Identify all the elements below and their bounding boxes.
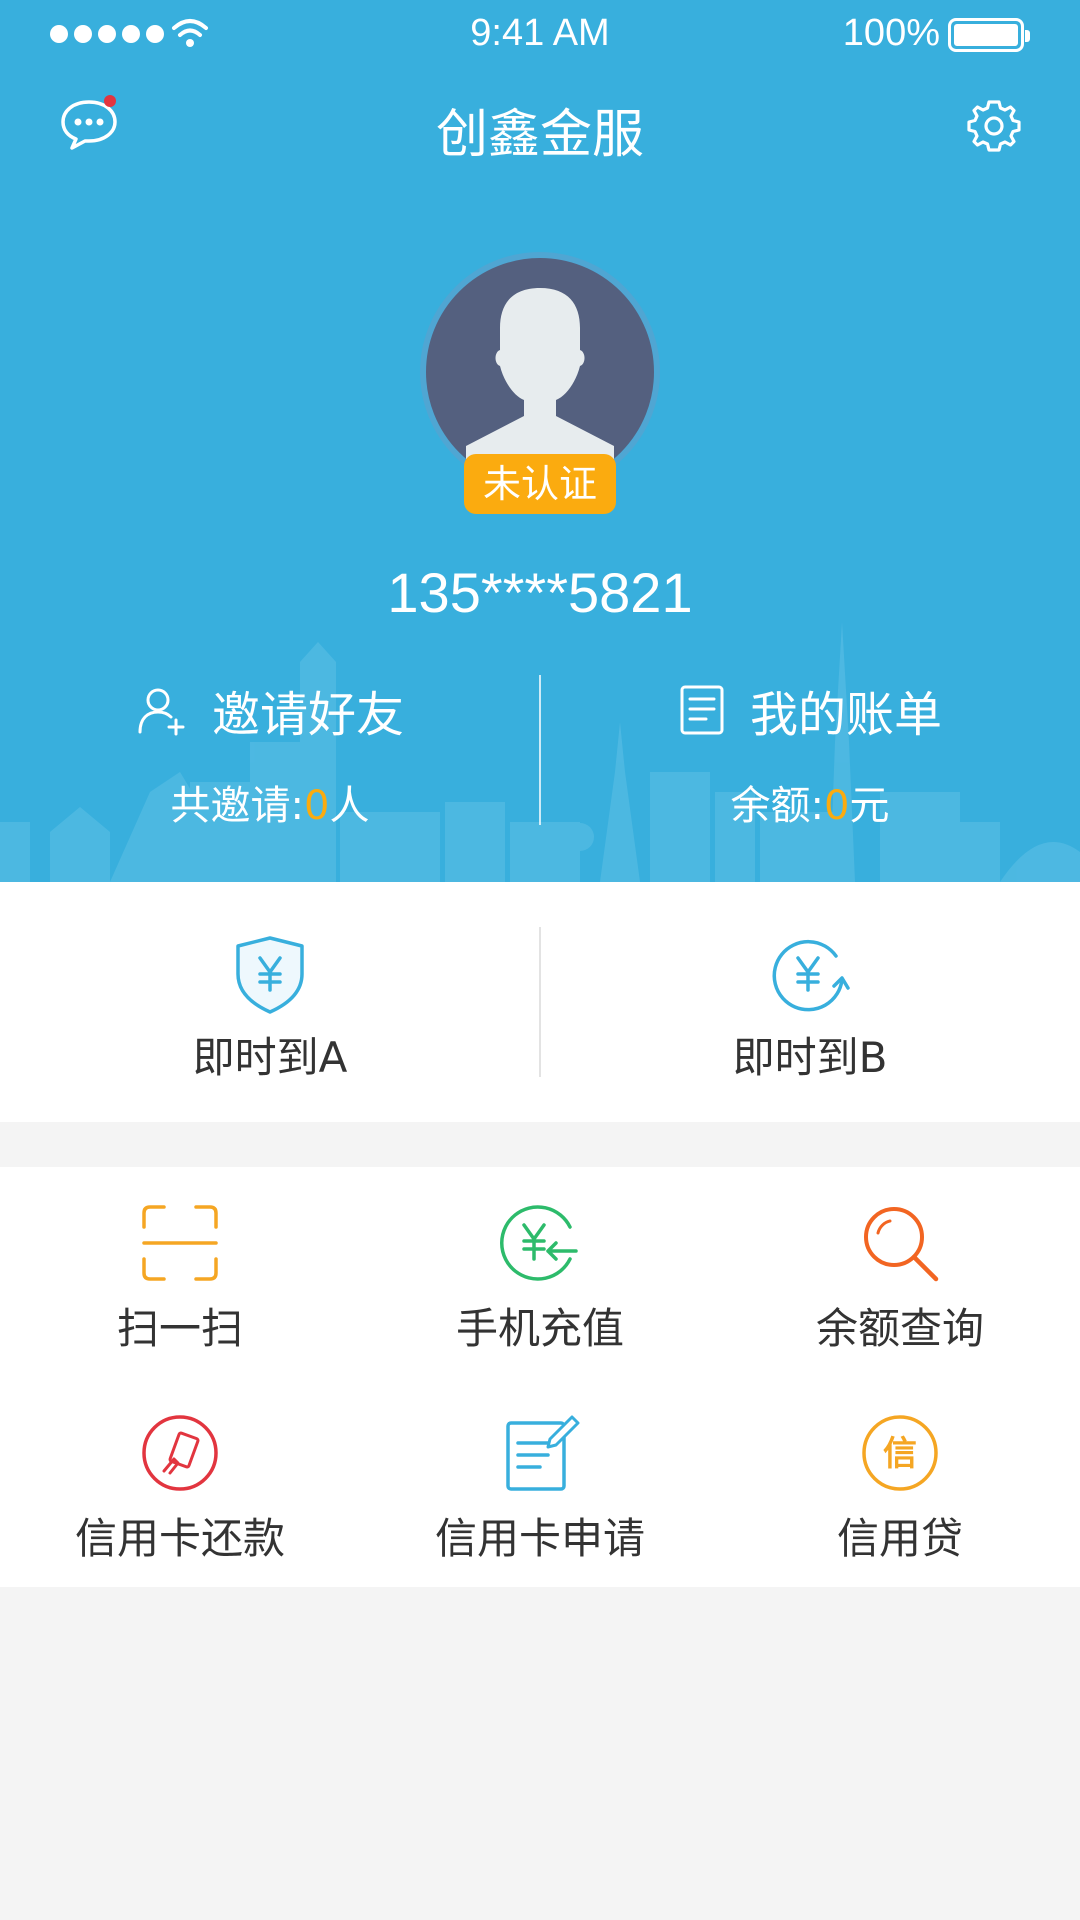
instant-transfer-a-button[interactable]: 即时到A — [0, 882, 540, 1122]
service-recharge-label: 手机充值 — [455, 1304, 624, 1353]
my-bill-label: 我的账单 — [749, 687, 942, 743]
verification-status-badge[interactable]: 未认证 — [464, 454, 616, 514]
service-scan-label: 扫一扫 — [116, 1304, 243, 1353]
user-phone-number: 135****5821 — [387, 561, 693, 624]
instant-transfer-b-label: 即时到B — [732, 1033, 888, 1082]
service-card-apply[interactable]: 信用卡申请 — [360, 1377, 720, 1587]
my-bill-section[interactable]: 我的账单 余额:0元 — [540, 675, 1080, 835]
svg-text:信: 信 — [883, 1434, 917, 1474]
invite-count: 共邀请:0人 — [170, 783, 370, 829]
service-scan[interactable]: 扫一扫 — [0, 1167, 360, 1377]
page-title: 创鑫金服 — [435, 105, 644, 165]
quick-transfer-panel: 即时到A 即时到B — [0, 882, 1080, 1122]
scan-icon — [142, 1205, 218, 1281]
battery-icon — [948, 18, 1030, 52]
user-silhouette-icon — [466, 288, 614, 486]
profile-header: 9:41 AM 100% 创鑫金服 未认证 135****5821 邀请好友 共… — [0, 0, 1080, 882]
service-card-apply-label: 信用卡申请 — [434, 1514, 645, 1563]
service-recharge[interactable]: 手机充值 — [360, 1167, 720, 1377]
service-credit-loan[interactable]: 信 信用贷 — [720, 1377, 1080, 1587]
battery-percentage: 100% — [842, 12, 940, 54]
instant-transfer-a-label: 即时到A — [192, 1033, 348, 1082]
status-bar: 9:41 AM 100% — [0, 0, 1080, 68]
instant-transfer-b-button[interactable]: 即时到B — [540, 882, 1080, 1122]
yuan-refresh-icon — [772, 939, 850, 1012]
invite-friends-section[interactable]: 邀请好友 共邀请:0人 — [0, 675, 540, 835]
shield-yuan-icon — [236, 936, 304, 1014]
services-grid: 扫一扫 手机充值 余额查询 信用卡还款 信用卡申请 信 信用贷 — [0, 1167, 1080, 1587]
balance-amount: 余额:0元 — [730, 783, 890, 829]
bill-icon — [680, 685, 724, 735]
service-card-repay[interactable]: 信用卡还款 — [0, 1377, 360, 1587]
search-icon — [864, 1207, 939, 1282]
service-card-repay-label: 信用卡还款 — [74, 1514, 285, 1563]
card-repay-icon — [142, 1415, 218, 1491]
recharge-icon — [500, 1205, 578, 1281]
gear-icon[interactable] — [964, 96, 1024, 156]
credit-loan-icon: 信 — [862, 1415, 938, 1491]
service-balance-query-label: 余额查询 — [815, 1304, 984, 1353]
service-credit-loan-label: 信用贷 — [836, 1514, 963, 1563]
service-balance-query[interactable]: 余额查询 — [720, 1167, 1080, 1377]
apply-form-icon — [506, 1415, 580, 1491]
add-user-icon — [138, 688, 185, 736]
invite-friends-label: 邀请好友 — [211, 687, 404, 743]
